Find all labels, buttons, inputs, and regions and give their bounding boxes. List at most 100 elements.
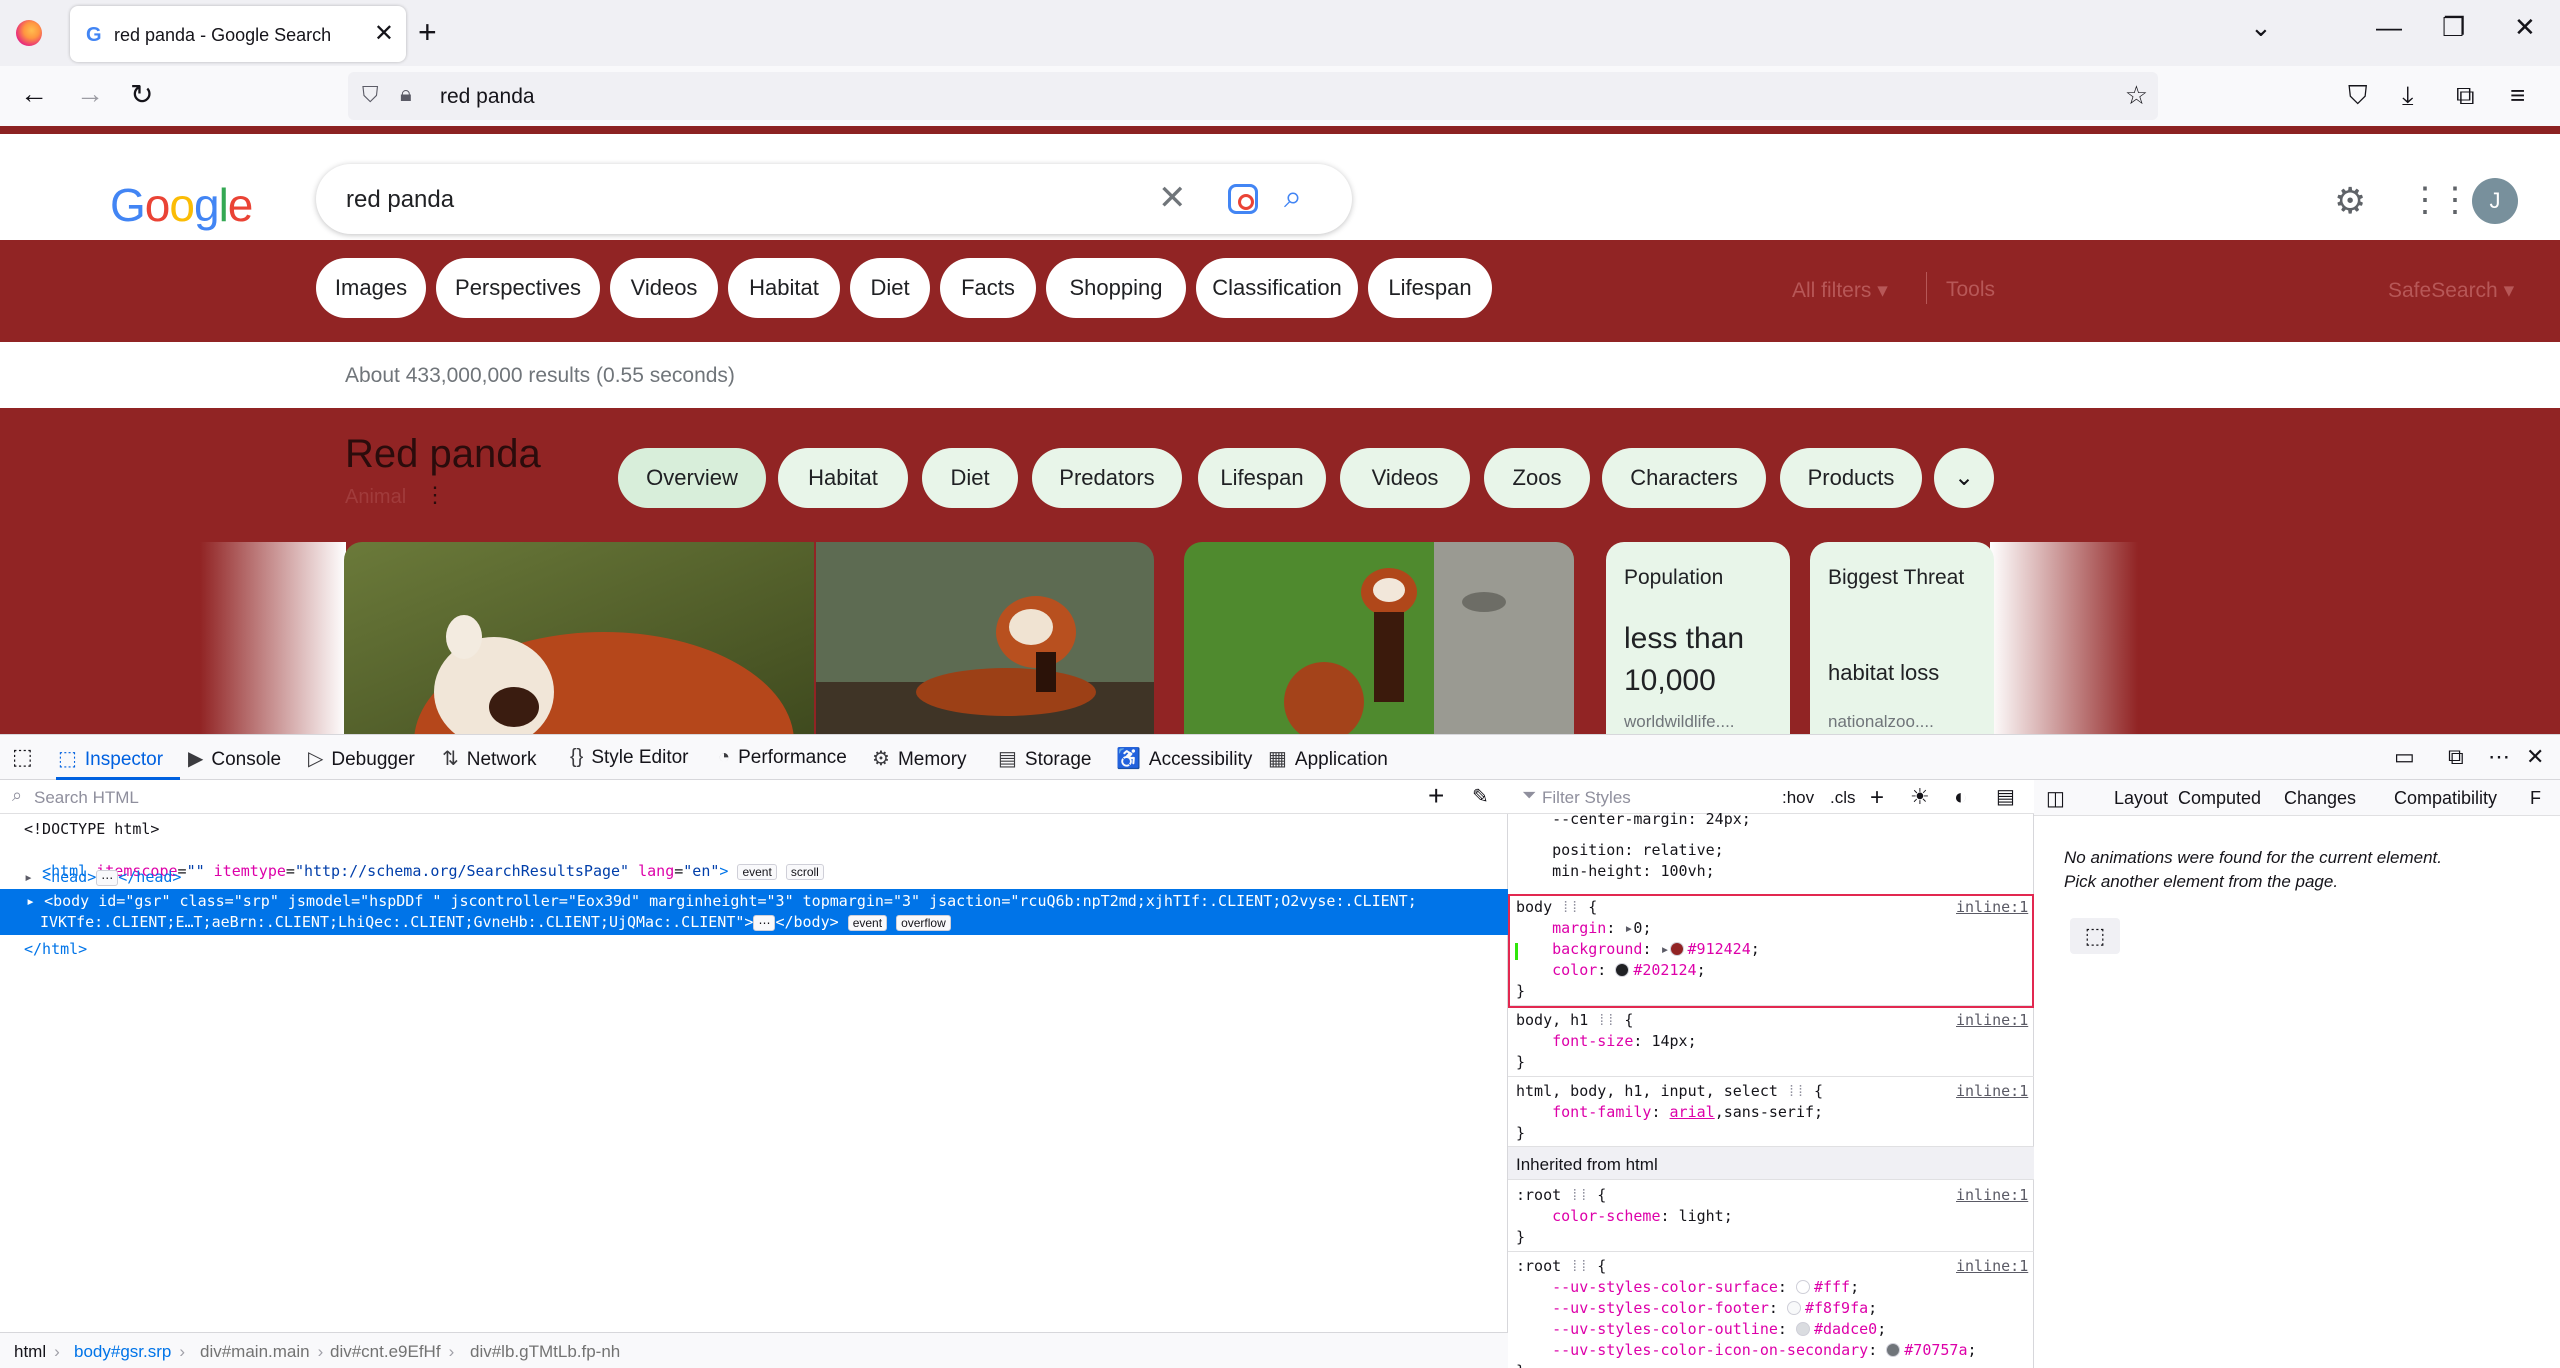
attr-value[interactable]: "": [187, 862, 205, 880]
css-declaration[interactable]: --center-margin: 24px;: [1552, 810, 1751, 828]
kp-tab-habitat[interactable]: Habitat: [778, 448, 908, 508]
kp-tab-zoos[interactable]: Zoos: [1484, 448, 1590, 508]
css-property-value[interactable]: #fff: [1814, 1278, 1850, 1296]
overflow-badge[interactable]: overflow: [896, 915, 951, 931]
css-declaration[interactable]: min-height: 100vh;: [1552, 862, 1715, 880]
attr-name[interactable]: lang: [638, 862, 674, 880]
css-rule-selector[interactable]: html, body, h1, input, select ⁞⁞ {: [1516, 1082, 1823, 1101]
kp-tab-characters[interactable]: Characters: [1602, 448, 1766, 508]
collapsed-ellipsis[interactable]: ⋯: [753, 915, 776, 931]
color-swatch-icon[interactable]: [1795, 1280, 1810, 1294]
rule-source-link[interactable]: inline:1: [1956, 1257, 2028, 1275]
light-color-scheme-icon[interactable]: ☀: [1910, 784, 1930, 810]
event-badge[interactable]: event: [847, 915, 888, 931]
css-rule-close[interactable]: }: [1516, 1228, 1525, 1246]
selector-grid-icon[interactable]: ⁞⁞: [1787, 1082, 1805, 1100]
rule-source-link[interactable]: inline:1: [1956, 1186, 2028, 1204]
red-panda-image-2[interactable]: [816, 542, 1154, 734]
css-property-name[interactable]: color-scheme: [1552, 1207, 1660, 1225]
all-filters-button[interactable]: All filters ▾: [1792, 278, 1888, 303]
devtools-tab-memory[interactable]: ⚙ Memory: [872, 746, 967, 771]
color-swatch-icon[interactable]: [1886, 1343, 1901, 1357]
card-source[interactable]: worldwildlife....: [1624, 712, 1735, 732]
print-media-icon[interactable]: ▤: [1996, 784, 2015, 809]
red-panda-image-1[interactable]: [344, 542, 814, 734]
css-selector[interactable]: html, body, h1, input, select: [1516, 1082, 1778, 1100]
css-declaration-line[interactable]: --uv-styles-color-footer: #f8f9fa;: [1516, 1299, 1877, 1317]
color-swatch-icon[interactable]: [1795, 1322, 1810, 1336]
doctype-node[interactable]: <!DOCTYPE html>: [24, 820, 159, 838]
eyedropper-icon[interactable]: ✎: [1472, 784, 1489, 809]
red-panda-image-3[interactable]: [1184, 542, 1574, 734]
side-tab-changes[interactable]: Changes: [2284, 788, 2356, 809]
breadcrumb-item[interactable]: body#gsr.srp ›: [74, 1342, 193, 1362]
kp-tab-diet[interactable]: Diet: [922, 448, 1018, 508]
filter-chip-habitat[interactable]: Habitat: [728, 258, 840, 318]
css-selector[interactable]: body, h1: [1516, 1011, 1588, 1029]
search-input[interactable]: red panda: [346, 186, 454, 214]
kp-info-card[interactable]: Population less than 10,000 worldwildlife.…: [1606, 542, 1790, 734]
head-node[interactable]: ▸ <head> ⋯ </head>: [24, 868, 181, 886]
pocket-icon[interactable]: ⛉: [2348, 80, 2368, 112]
body-node-line-2[interactable]: IVKTfe:.CLIENT;E…T;aeBrn:.CLIENT;LhiQec:…: [40, 913, 960, 931]
extensions-icon[interactable]: ⧉: [2456, 80, 2475, 112]
settings-gear-icon[interactable]: ⚙: [2334, 180, 2366, 222]
tools-button[interactable]: Tools: [1946, 278, 1995, 302]
css-rule-selector[interactable]: body, h1 ⁞⁞ {: [1516, 1011, 1633, 1030]
firefox-logo-icon[interactable]: [16, 20, 42, 46]
filter-chip-perspectives[interactable]: Perspectives: [436, 258, 600, 318]
side-tab-computed[interactable]: Computed: [2178, 788, 2261, 809]
selector-grid-icon[interactable]: ⁞⁞: [1570, 1257, 1588, 1275]
filter-chip-facts[interactable]: Facts: [940, 258, 1036, 318]
toggle-sidebar-icon[interactable]: ◫: [2046, 786, 2065, 811]
search-box[interactable]: red panda ✕ ⌕: [316, 164, 1352, 234]
minimize-icon[interactable]: —: [2376, 12, 2402, 43]
filter-chip-images[interactable]: Images: [316, 258, 426, 318]
search-icon[interactable]: ⌕: [1284, 178, 1302, 216]
css-rule-selector[interactable]: :root ⁞⁞ {: [1516, 1257, 1606, 1276]
selector-grid-icon[interactable]: ⁞⁞: [1597, 1011, 1615, 1029]
css-property-name[interactable]: font-family: [1552, 1103, 1651, 1121]
bookmark-star-icon[interactable]: ☆: [2125, 80, 2148, 111]
card-source[interactable]: nationalzoo....: [1828, 712, 1934, 732]
devtools-tab-console[interactable]: ▶ Console: [188, 746, 281, 771]
breadcrumb-item[interactable]: html ›: [14, 1342, 68, 1362]
css-selector[interactable]: :root: [1516, 1186, 1561, 1204]
kp-tab-lifespan[interactable]: Lifespan: [1198, 448, 1326, 508]
devtools-tab-performance[interactable]: ◔ Performance: [718, 746, 847, 769]
reload-icon[interactable]: ↻: [130, 78, 153, 111]
downloads-icon[interactable]: ⤓: [2402, 80, 2414, 112]
browser-tab[interactable]: G red panda - Google Search ✕: [70, 6, 406, 62]
css-property-value[interactable]: 14px: [1651, 1032, 1687, 1050]
devtools-tab-application[interactable]: ▦ Application: [1268, 746, 1388, 771]
css-declaration-line[interactable]: --uv-styles-color-surface: #fff;: [1516, 1278, 1859, 1296]
hover-states-toggle[interactable]: :hov: [1782, 788, 1814, 808]
breadcrumb-item[interactable]: div#lb.gTMtLb.fp-nh: [470, 1342, 620, 1362]
css-declaration-line[interactable]: position: relative;: [1516, 841, 1724, 859]
clear-search-icon[interactable]: ✕: [1158, 178, 1187, 218]
devtools-tab-accessibility[interactable]: ♿ Accessibility: [1116, 746, 1252, 771]
kp-info-card[interactable]: Biggest Threat habitat loss nationalzoo...…: [1810, 542, 1994, 734]
close-devtools-icon[interactable]: ✕: [2526, 744, 2544, 770]
filter-chip-lifespan[interactable]: Lifespan: [1368, 258, 1492, 318]
css-declaration-line[interactable]: font-family: arial,sans-serif;: [1516, 1103, 1823, 1121]
css-property-name[interactable]: font-size: [1552, 1032, 1633, 1050]
css-property-name[interactable]: --uv-styles-color-outline: [1552, 1320, 1778, 1338]
breadcrumb-item[interactable]: div#cnt.e9EfHf ›: [330, 1342, 462, 1362]
attr-value[interactable]: "en": [683, 862, 719, 880]
rule-source-link[interactable]: inline:1: [1956, 1011, 2028, 1029]
html-close-node[interactable]: </html>: [24, 940, 87, 958]
devtools-tab-network[interactable]: ⇅ Network: [442, 746, 536, 771]
devtools-options-icon[interactable]: ⋯: [2488, 744, 2510, 770]
kp-tab-predators[interactable]: Predators: [1032, 448, 1182, 508]
back-icon[interactable]: ←: [20, 78, 48, 110]
css-property-value[interactable]: #dadce0: [1814, 1320, 1877, 1338]
devtools-tab-storage[interactable]: ▤ Storage: [998, 746, 1091, 771]
devtools-tab-inspector[interactable]: ⬚ Inspector: [58, 746, 163, 771]
forward-icon[interactable]: →: [76, 78, 104, 110]
css-rule-close[interactable]: }: [1516, 1362, 1525, 1368]
toggle-split-console-icon[interactable]: ▭: [2394, 744, 2415, 770]
list-all-tabs-icon[interactable]: ⌄: [2250, 12, 2272, 43]
expand-tabs-chevron-icon[interactable]: ⌄: [1934, 448, 1994, 508]
css-rule-selector[interactable]: :root ⁞⁞ {: [1516, 1186, 1606, 1205]
